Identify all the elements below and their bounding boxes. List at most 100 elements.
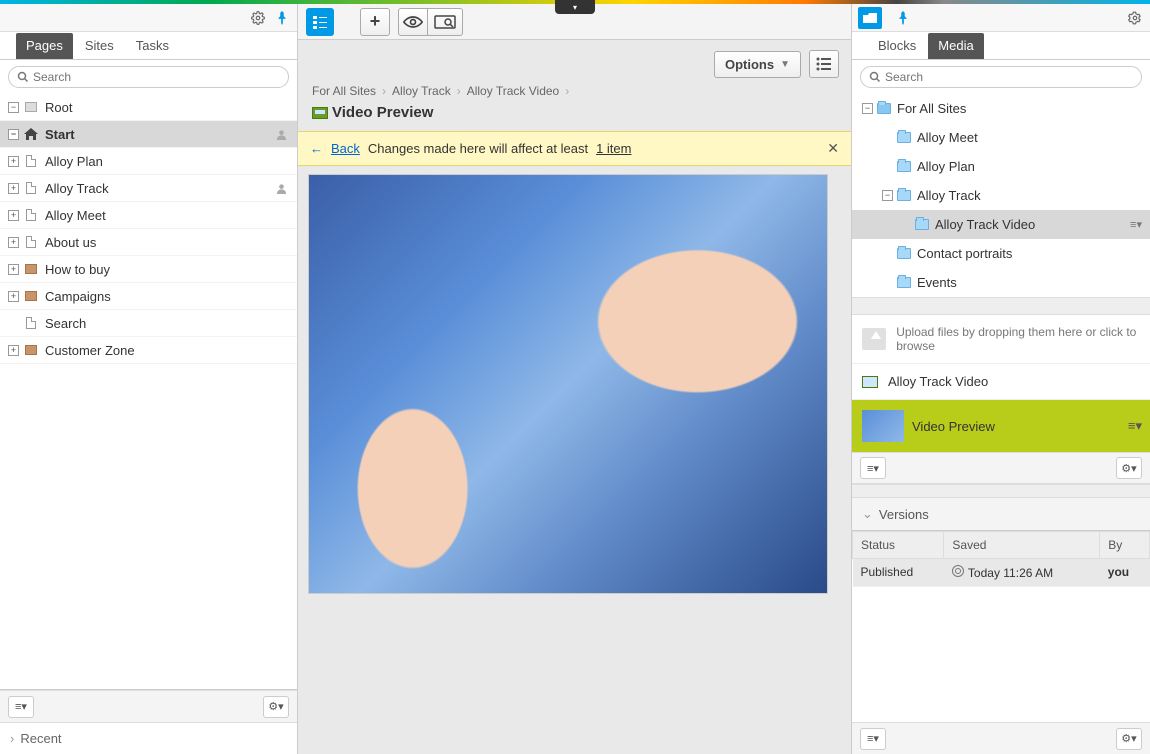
tree-label: Alloy Track: [45, 181, 109, 196]
pin-icon[interactable]: [894, 9, 912, 27]
tree-row[interactable]: + Alloy Meet: [0, 202, 297, 229]
expand-toggle[interactable]: +: [8, 345, 19, 356]
tree-row[interactable]: Search: [0, 310, 297, 337]
folder-icon: [877, 103, 891, 114]
media-row[interactable]: −For All Sites: [852, 94, 1150, 123]
warning-bar: ← Back Changes made here will affect at …: [298, 131, 851, 166]
list-menu-button[interactable]: ≡▾: [860, 728, 886, 750]
asset-thumbnail: [862, 410, 904, 442]
media-row[interactable]: Events: [852, 268, 1150, 297]
row-menu-icon[interactable]: ≡▾: [1130, 218, 1142, 231]
gear-icon[interactable]: [1126, 9, 1144, 27]
affected-items-link[interactable]: 1 item: [596, 141, 631, 156]
left-search[interactable]: [8, 66, 289, 88]
options-button[interactable]: Options ▼: [714, 51, 801, 78]
expand-toggle[interactable]: +: [8, 210, 19, 221]
selected-asset-row[interactable]: Video Preview ≡▾: [852, 400, 1150, 452]
versions-toggle[interactable]: ⌄ Versions: [852, 498, 1150, 531]
col-status[interactable]: Status: [853, 532, 944, 559]
gear-menu-button[interactable]: ⚙▾: [263, 696, 289, 718]
media-row[interactable]: Contact portraits: [852, 239, 1150, 268]
col-by[interactable]: By: [1100, 532, 1150, 559]
expand-toggle[interactable]: [8, 318, 19, 329]
right-search[interactable]: [860, 66, 1142, 88]
versions-label: Versions: [879, 507, 929, 522]
tab-tasks[interactable]: Tasks: [126, 33, 179, 59]
tab-sites[interactable]: Sites: [75, 33, 124, 59]
left-panel: Pages Sites Tasks − Root −Start+Alloy Pl…: [0, 4, 298, 754]
expand-toggle[interactable]: +: [8, 291, 19, 302]
upload-dropzone[interactable]: Upload files by dropping them here or cl…: [852, 315, 1150, 364]
compare-button[interactable]: [428, 8, 463, 36]
recent-toggle[interactable]: › Recent: [0, 722, 297, 754]
asset-label: Video Preview: [912, 419, 995, 434]
tree-row[interactable]: −Start: [0, 121, 297, 148]
crumb[interactable]: For All Sites: [312, 84, 376, 98]
close-icon[interactable]: ✕: [827, 140, 839, 157]
tree-row[interactable]: + How to buy: [0, 256, 297, 283]
folder-icon: [897, 190, 911, 201]
user-icon: [276, 129, 287, 140]
page-title: Video Preview: [298, 102, 851, 131]
list-menu-button[interactable]: ≡▾: [8, 696, 34, 718]
site-icon: [23, 100, 39, 114]
expand-toggle[interactable]: +: [8, 183, 19, 194]
tree-toggle-icon[interactable]: [306, 8, 334, 36]
cell-by: you: [1100, 559, 1150, 587]
expand-toggle[interactable]: +: [8, 264, 19, 275]
tree-label: Root: [45, 100, 72, 115]
right-tabs: Blocks Media: [852, 32, 1150, 60]
assets-toggle-icon[interactable]: [858, 7, 882, 29]
right-panel: Blocks Media −For All SitesAlloy MeetAll…: [852, 4, 1150, 754]
page-icon: [23, 181, 39, 195]
tab-blocks[interactable]: Blocks: [868, 33, 926, 59]
add-button[interactable]: +: [360, 8, 390, 36]
media-label: Events: [917, 275, 957, 290]
tree-label: How to buy: [45, 262, 110, 277]
search-input[interactable]: [885, 70, 1133, 84]
tree-label: Alloy Meet: [45, 208, 106, 223]
gear-menu-button[interactable]: ⚙▾: [1116, 457, 1142, 479]
tree-row[interactable]: +Customer Zone: [0, 337, 297, 364]
tree-row[interactable]: +Campaigns: [0, 283, 297, 310]
expand-toggle[interactable]: −: [882, 190, 893, 201]
chevron-down-icon: ⌄: [862, 506, 873, 522]
media-row[interactable]: −Alloy Track: [852, 181, 1150, 210]
pin-icon[interactable]: [273, 9, 291, 27]
gear-menu-button[interactable]: ⚙▾: [1116, 728, 1142, 750]
gear-icon[interactable]: [249, 9, 267, 27]
preview-eye-button[interactable]: [398, 8, 428, 36]
list-view-button[interactable]: [809, 50, 839, 78]
media-row[interactable]: Alloy Plan: [852, 152, 1150, 181]
list-menu-button[interactable]: ≡▾: [860, 457, 886, 479]
folder-icon: [897, 248, 911, 259]
expand-toggle[interactable]: +: [8, 156, 19, 167]
expand-toggle[interactable]: −: [862, 103, 873, 114]
expand-toggle[interactable]: −: [8, 129, 19, 140]
row-menu-icon[interactable]: ≡▾: [1128, 418, 1142, 434]
versions-table: Status Saved By PublishedToday 11:26 AMy…: [852, 531, 1150, 587]
folder-asset-row[interactable]: Alloy Track Video: [852, 364, 1150, 400]
container-icon: [23, 262, 39, 276]
media-row[interactable]: Alloy Meet: [852, 123, 1150, 152]
tree-row[interactable]: + About us: [0, 229, 297, 256]
tree-row[interactable]: +Alloy Plan: [0, 148, 297, 175]
crumb[interactable]: Alloy Track Video: [467, 84, 560, 98]
media-label: Contact portraits: [917, 246, 1012, 261]
tab-media[interactable]: Media: [928, 33, 983, 59]
tree-root[interactable]: − Root: [0, 94, 297, 121]
top-gradient-bar: ▾: [0, 0, 1150, 4]
version-row[interactable]: PublishedToday 11:26 AMyou: [853, 559, 1150, 587]
asset-label: Alloy Track Video: [888, 374, 988, 389]
expand-toggle[interactable]: +: [8, 237, 19, 248]
col-saved[interactable]: Saved: [944, 532, 1100, 559]
search-input[interactable]: [33, 70, 280, 84]
top-notch-toggle[interactable]: ▾: [555, 0, 595, 14]
tree-row[interactable]: + Alloy Track: [0, 175, 297, 202]
crumb[interactable]: Alloy Track: [392, 84, 451, 98]
back-link[interactable]: Back: [331, 141, 360, 156]
media-row[interactable]: Alloy Track Video≡▾: [852, 210, 1150, 239]
tab-pages[interactable]: Pages: [16, 33, 73, 59]
recent-label: Recent: [20, 731, 61, 746]
tree-label: About us: [45, 235, 96, 250]
